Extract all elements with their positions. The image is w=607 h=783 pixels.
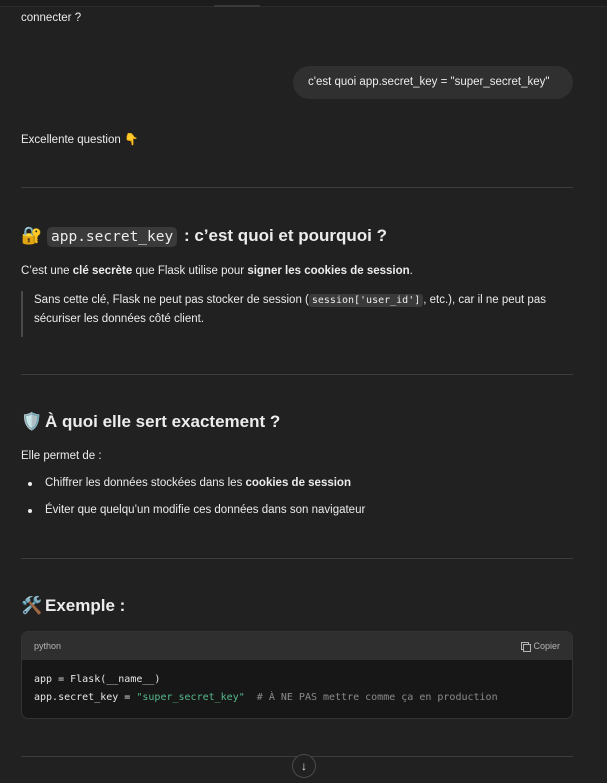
- list-item: Chiffrer les données stockées dans les c…: [45, 474, 351, 493]
- definition-text: que Flask utilise pour: [132, 265, 248, 277]
- section-heading-purpose: 🛡️ À quoi elle sert exactement ?: [21, 409, 280, 435]
- divider: [21, 558, 573, 559]
- scroll-to-bottom-button[interactable]: ↓: [292, 754, 316, 778]
- code-language-label: python: [34, 641, 62, 651]
- definition-text: C’est une: [21, 265, 73, 277]
- heading-text: : c’est quoi et pourquoi ?: [183, 226, 387, 245]
- list-item: Éviter que quelqu’un modifie ces données…: [45, 504, 366, 516]
- code-block: python Copier app = Flask(__name__) app.…: [21, 631, 573, 719]
- copy-label: Copier: [533, 641, 560, 651]
- quote-inline-code: session['user_id']: [308, 294, 424, 307]
- previous-message-tail: connecter ?: [21, 12, 82, 24]
- shield-icon: 🛡️: [21, 412, 43, 431]
- top-bar: [0, 0, 607, 7]
- secret-key-definition: C’est une clé secrète que Flask utilise …: [21, 262, 413, 281]
- heading-inline-code: app.secret_key: [47, 227, 178, 247]
- user-message-bubble: c'est quoi app.secret_key = "super_secre…: [293, 66, 573, 99]
- code-string: "super_secret_key": [136, 692, 245, 703]
- arrow-down-icon: ↓: [301, 759, 307, 773]
- definition-bold-secret: clé secrète: [72, 265, 133, 277]
- list-item-bold: cookies de session: [245, 477, 351, 489]
- definition-bold-cookies: signer les cookies de session: [247, 265, 410, 277]
- copy-icon: [521, 642, 532, 652]
- lock-key-icon: 🔐: [21, 226, 43, 245]
- code-line: app = Flask(__name__): [34, 674, 161, 685]
- section-heading-example: 🛠️ Exemple :: [21, 593, 125, 619]
- list-item-text: Chiffrer les données stockées dans les: [45, 477, 246, 489]
- code-token: app.secret_key =: [34, 692, 137, 703]
- copy-button[interactable]: Copier: [521, 641, 560, 652]
- tools-icon: 🛠️: [21, 596, 43, 615]
- code-block-header: python Copier: [22, 632, 572, 660]
- top-bar-handle: [214, 5, 260, 7]
- divider: [21, 374, 573, 375]
- bullet-marker: [28, 509, 32, 513]
- section-heading-secret-key: 🔐 app.secret_key : c’est quoi et pourquoi…: [21, 223, 387, 250]
- quote-text: Sans cette clé, Flask ne peut pas stocke…: [34, 294, 309, 306]
- blockquote: Sans cette clé, Flask ne peut pas stocke…: [21, 291, 573, 337]
- code-line: app.secret_key = "super_secret_key" # À …: [34, 692, 498, 703]
- assistant-intro: Excellente question 👇: [21, 131, 138, 150]
- code-comment: # À NE PAS mettre comme ça en production: [244, 692, 498, 703]
- pointing-down-emoji: 👇: [123, 134, 139, 146]
- definition-text: .: [409, 265, 413, 277]
- bullet-marker: [28, 482, 32, 486]
- heading-text: À quoi elle sert exactement ?: [45, 412, 281, 431]
- divider: [21, 187, 573, 188]
- intro-text: Excellente question: [21, 134, 121, 146]
- purpose-lead: Elle permet de :: [21, 450, 102, 462]
- heading-text: Exemple :: [45, 596, 126, 615]
